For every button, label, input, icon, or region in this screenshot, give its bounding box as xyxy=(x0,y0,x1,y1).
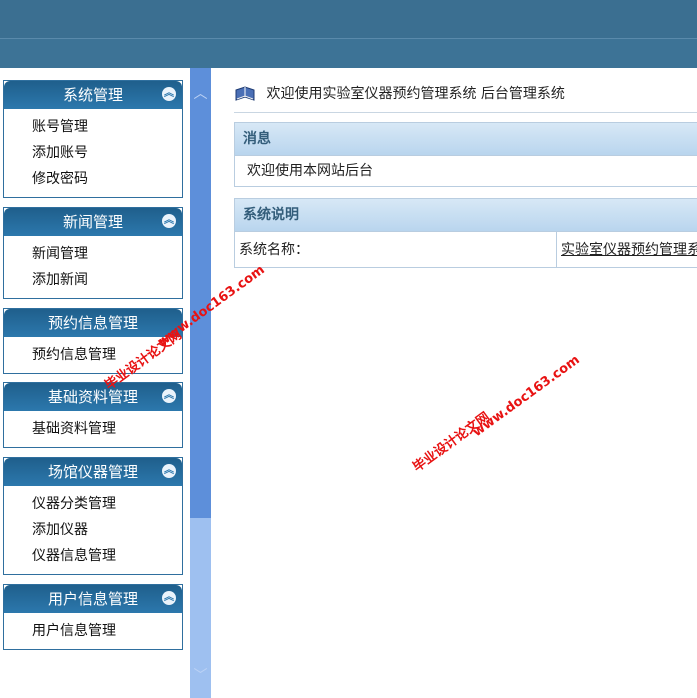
menu-group-news: 新闻管理 ︽ 新闻管理 添加新闻 xyxy=(3,207,183,299)
menu-title: 基础资料管理 xyxy=(47,388,138,406)
menu-group-instrument: 场馆仪器管理 ︽ 仪器分类管理 添加仪器 仪器信息管理 xyxy=(3,457,183,575)
menu-group-basic: 基础资料管理 ︽ 基础资料管理 xyxy=(3,382,183,448)
collapse-icon[interactable]: ︽ xyxy=(162,389,176,403)
panel-title: 系统说明 xyxy=(235,199,697,231)
table-row: 系统名称： 实验室仪器预约管理系 xyxy=(235,231,697,268)
divider xyxy=(234,112,697,113)
menu-item-add-instrument[interactable]: 添加仪器 xyxy=(4,517,182,543)
collapse-icon[interactable]: ︽ xyxy=(162,591,176,605)
chevron-up-icon[interactable]: ︿ xyxy=(192,86,209,103)
panel-title: 消息 xyxy=(235,123,697,155)
menu-item-instrument-category[interactable]: 仪器分类管理 xyxy=(4,491,182,517)
welcome-line: 欢迎使用实验室仪器预约管理系统 后台管理系统 xyxy=(234,80,565,108)
system-name-label: 系统名称： xyxy=(239,242,309,258)
sidebar-menu: 系统管理 ︽ 账号管理 添加账号 修改密码 新闻管理 ︽ 新闻管理 添加新闻 预… xyxy=(0,68,190,698)
chevron-down-icon[interactable]: ﹀ xyxy=(192,668,209,685)
menu-item-account[interactable]: 账号管理 xyxy=(4,114,182,140)
menu-item-news[interactable]: 新闻管理 xyxy=(4,241,182,267)
menu-head-basic[interactable]: 基础资料管理 ︽ xyxy=(4,383,182,411)
collapse-icon[interactable]: ︽ xyxy=(162,87,176,101)
menu-head-instrument[interactable]: 场馆仪器管理 ︽ xyxy=(4,458,182,486)
menu-item-add-account[interactable]: 添加账号 xyxy=(4,140,182,166)
menu-item-user-info[interactable]: 用户信息管理 xyxy=(4,618,182,644)
menu-item-basic[interactable]: 基础资料管理 xyxy=(4,416,182,442)
menu-title: 用户信息管理 xyxy=(47,590,138,608)
menu-head-booking[interactable]: 预约信息管理 xyxy=(4,309,182,337)
menu-item-change-password[interactable]: 修改密码 xyxy=(4,166,182,192)
menu-head-system[interactable]: 系统管理 ︽ xyxy=(4,81,182,109)
system-panel: 系统说明 系统名称： 实验室仪器预约管理系 xyxy=(234,198,697,268)
top-header xyxy=(0,0,697,69)
book-icon xyxy=(235,86,255,101)
news-panel: 消息 欢迎使用本网站后台 xyxy=(234,122,697,187)
system-name-link[interactable]: 实验室仪器预约管理系 xyxy=(556,232,697,268)
menu-title: 预约信息管理 xyxy=(47,314,138,332)
menu-title: 系统管理 xyxy=(62,86,123,104)
scroll-track[interactable] xyxy=(190,68,211,518)
sidebar-scrollbar[interactable]: ︿ ﹀ xyxy=(190,68,211,698)
menu-head-user[interactable]: 用户信息管理 ︽ xyxy=(4,585,182,613)
menu-item-add-news[interactable]: 添加新闻 xyxy=(4,267,182,293)
menu-head-news[interactable]: 新闻管理 ︽ xyxy=(4,208,182,236)
header-band xyxy=(0,38,697,69)
menu-item-instrument-info[interactable]: 仪器信息管理 xyxy=(4,543,182,569)
menu-title: 新闻管理 xyxy=(62,213,123,231)
menu-group-system: 系统管理 ︽ 账号管理 添加账号 修改密码 xyxy=(3,80,183,198)
panel-body: 欢迎使用本网站后台 xyxy=(235,155,697,186)
menu-group-user: 用户信息管理 ︽ 用户信息管理 xyxy=(3,584,183,650)
menu-title: 场馆仪器管理 xyxy=(47,463,138,481)
collapse-icon[interactable]: ︽ xyxy=(162,464,176,478)
main-content: 欢迎使用实验室仪器预约管理系统 后台管理系统 消息 欢迎使用本网站后台 系统说明… xyxy=(211,68,697,698)
welcome-text: 欢迎使用实验室仪器预约管理系统 后台管理系统 xyxy=(266,86,565,102)
collapse-icon[interactable]: ︽ xyxy=(162,214,176,228)
